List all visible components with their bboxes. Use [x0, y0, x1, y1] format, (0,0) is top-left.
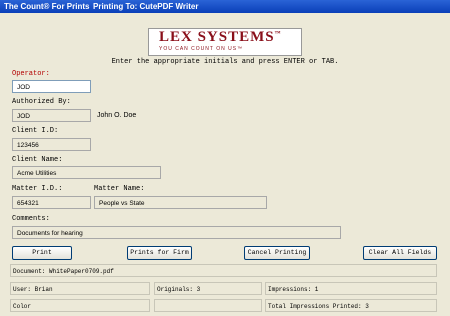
client-name-label: Client Name:: [12, 156, 63, 164]
cancel-printing-button[interactable]: Cancel Printing: [244, 246, 310, 260]
title-bar: The Count® For Prints Printing To: CuteP…: [0, 0, 450, 13]
clear-all-fields-button[interactable]: Clear All Fields: [363, 246, 437, 260]
status-empty: [154, 299, 262, 312]
logo-tagline: YOU CAN COUNT ON US™: [159, 46, 244, 52]
operator-input[interactable]: JOD: [12, 80, 91, 93]
status-originals: Originals: 3: [154, 282, 262, 295]
authorized-by-name: John O. Doe: [97, 112, 137, 119]
matter-id-input[interactable]: 654321: [12, 196, 91, 209]
client-name-input[interactable]: Acme Utilities: [12, 166, 161, 179]
status-color: Color: [10, 299, 150, 312]
print-button[interactable]: Print: [12, 246, 72, 260]
client-id-input[interactable]: 123456: [12, 138, 91, 151]
logo-brand: LEX SYSTEMS™: [159, 29, 282, 45]
matter-name-label: Matter Name:: [94, 185, 145, 193]
client-id-label: Client I.D:: [12, 127, 59, 135]
prints-for-firm-button[interactable]: Prints for Firm: [127, 246, 192, 260]
window-title: The Count® For Prints: [4, 2, 90, 11]
printing-to-label: Printing To: CutePDF Writer: [93, 2, 199, 11]
status-impressions: Impressions: 1: [265, 282, 437, 295]
comments-label: Comments:: [12, 215, 50, 223]
authorized-by-input[interactable]: JOD: [12, 109, 91, 122]
lex-systems-logo: LEX SYSTEMS™ YOU CAN COUNT ON US™: [148, 28, 302, 56]
instruction-text: Enter the appropriate initials and press…: [111, 58, 339, 66]
operator-label: Operator:: [12, 70, 50, 78]
matter-name-input[interactable]: People vs State: [94, 196, 267, 209]
status-total-impressions: Total Impressions Printed: 3: [265, 299, 437, 312]
comments-input[interactable]: Documents for hearing: [12, 226, 341, 239]
matter-id-label: Matter I.D.:: [12, 185, 63, 193]
status-document: Document: WhitePaper0709.pdf: [10, 264, 437, 277]
authorized-by-label: Authorized By:: [12, 98, 71, 106]
main-panel: LEX SYSTEMS™ YOU CAN COUNT ON US™ Enter …: [0, 13, 450, 316]
status-user: User: Brian: [10, 282, 150, 295]
